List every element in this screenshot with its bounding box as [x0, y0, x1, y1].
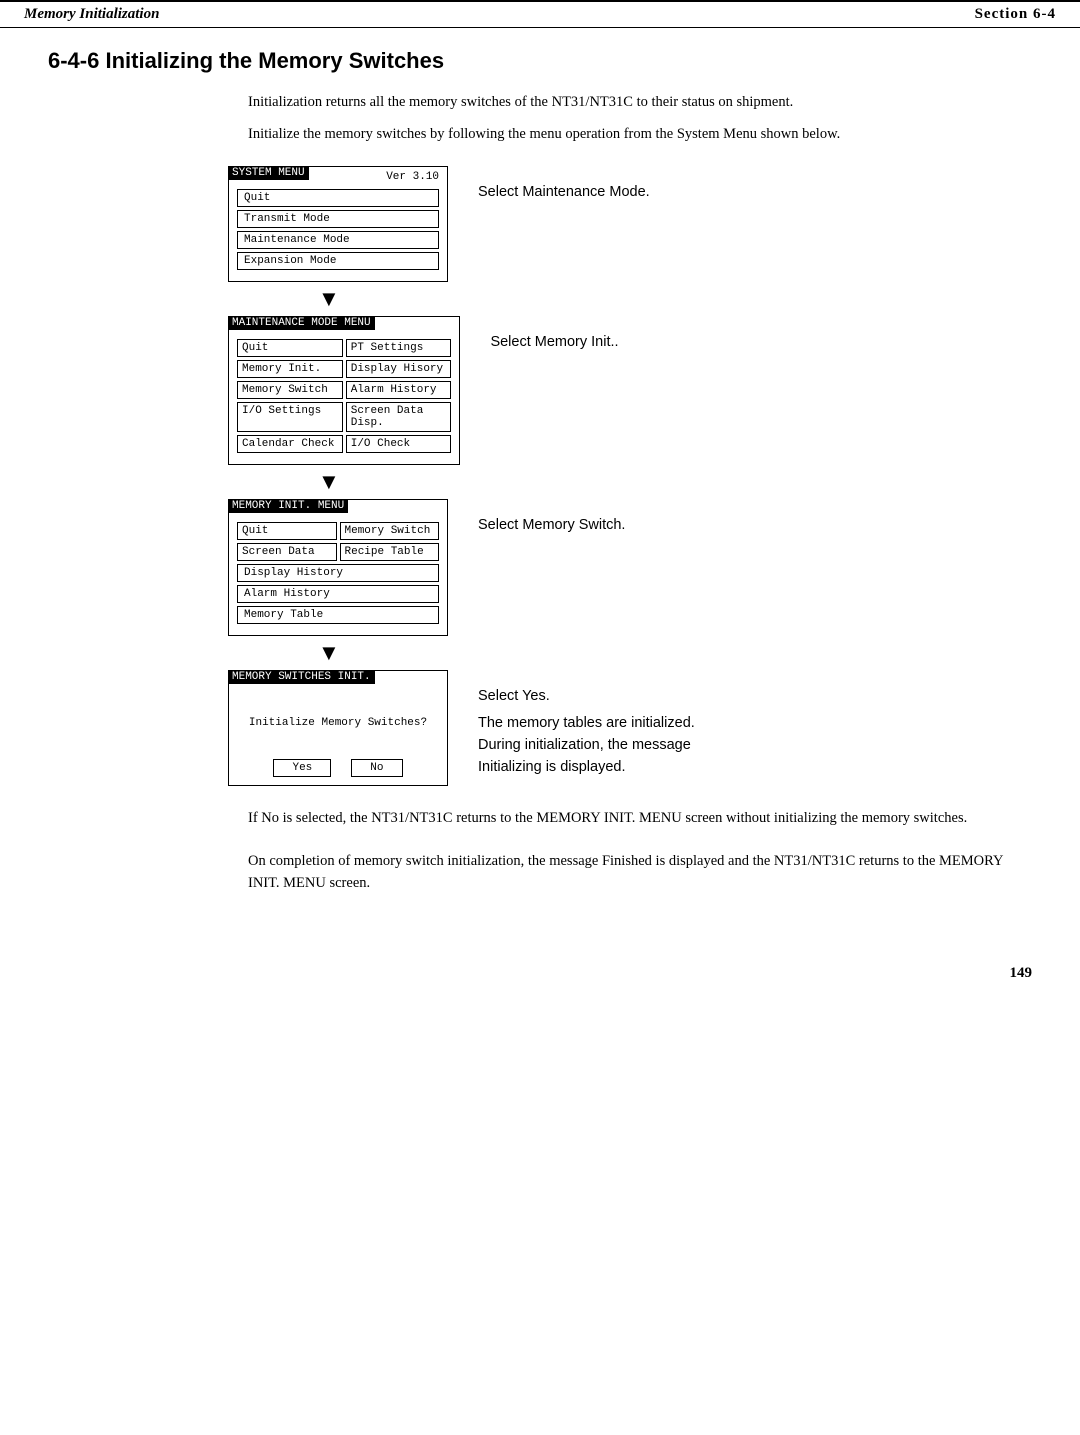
memory-switches-init-label: Select Yes. The memory tables are initia… [478, 670, 718, 779]
bottom-text-2: On completion of memory switch initializ… [248, 851, 1032, 895]
intro-para-1: Initialization returns all the memory sw… [248, 92, 1032, 114]
arrow-3: ▼ [318, 642, 340, 664]
memory-init-menu-box: MEMORY INIT. MENU Quit Memory Switch Scr… [228, 499, 448, 636]
maintenance-menu-box: MAINTENANCE MODE MENU Quit PT Settings M… [228, 316, 460, 465]
maint-btn-quit[interactable]: Quit [237, 339, 343, 357]
system-menu-title: SYSTEM MENU [228, 166, 309, 180]
meminit-btn-memswitch[interactable]: Memory Switch [340, 522, 440, 540]
memory-switches-init-row: MEMORY SWITCHES INIT. Initialize Memory … [228, 670, 718, 786]
page: Memory Initialization Section 6-4 6-4-6 … [0, 0, 1080, 1435]
maint-btn-displayhist[interactable]: Display Hisory [346, 360, 452, 378]
system-menu-expansion[interactable]: Expansion Mode [237, 252, 439, 270]
maint-row-3: I/O Settings Screen Data Disp. [237, 402, 451, 432]
maintenance-menu-title: MAINTENANCE MODE MENU [228, 316, 375, 330]
memory-init-menu-label: Select Memory Switch. [478, 499, 678, 535]
system-menu-row: SYSTEM MENU Ver 3.10 Quit Transmit Mode … [228, 166, 678, 282]
no-button[interactable]: No [351, 759, 402, 777]
meminit-btn-recipe[interactable]: Recipe Table [340, 543, 440, 561]
memory-switches-init-box: MEMORY SWITCHES INIT. Initialize Memory … [228, 670, 448, 786]
meminit-btn-displayhist[interactable]: Display History [237, 564, 439, 582]
maint-btn-alarmhist[interactable]: Alarm History [346, 381, 452, 399]
maint-btn-memswitch[interactable]: Memory Switch [237, 381, 343, 399]
maintenance-menu-content: Quit PT Settings Memory Init. Display Hi… [229, 333, 459, 464]
maint-btn-calcheck[interactable]: Calendar Check [237, 435, 343, 453]
section-title: 6-4-6 Initializing the Memory Switches [48, 48, 1032, 74]
header-section-title: Memory Initialization [24, 6, 159, 23]
header-section-number: Section 6-4 [975, 6, 1056, 23]
memory-init-menu-row: MEMORY INIT. MENU Quit Memory Switch Scr… [228, 499, 678, 636]
maint-row-4: Calendar Check I/O Check [237, 435, 451, 453]
system-menu-ver: Ver 3.10 [386, 171, 439, 183]
arrow-1: ▼ [318, 288, 340, 310]
meminit-row-1: Screen Data Recipe Table [237, 543, 439, 561]
system-menu-label: Select Maintenance Mode. [478, 166, 678, 202]
maint-btn-iocheck[interactable]: I/O Check [346, 435, 452, 453]
system-menu-transmit[interactable]: Transmit Mode [237, 210, 439, 228]
meminit-btn-quit[interactable]: Quit [237, 522, 337, 540]
intro-para-2: Initialize the memory switches by follow… [248, 124, 1032, 146]
select-yes-line1: Select Yes. [478, 686, 718, 708]
bottom-text-1: If No is selected, the NT31/NT31C return… [248, 808, 1032, 830]
system-menu-quit[interactable]: Quit [237, 189, 439, 207]
diagram-area: SYSTEM MENU Ver 3.10 Quit Transmit Mode … [228, 166, 1032, 786]
maintenance-menu-row: MAINTENANCE MODE MENU Quit PT Settings M… [228, 316, 690, 465]
init-message: Initialize Memory Switches? [237, 717, 439, 729]
arrow-2: ▼ [318, 471, 340, 493]
maint-row-0: Quit PT Settings [237, 339, 451, 357]
main-content: 6-4-6 Initializing the Memory Switches I… [0, 48, 1080, 935]
page-number: 149 [0, 965, 1080, 982]
maintenance-menu-label: Select Memory Init.. [490, 316, 690, 352]
meminit-btn-screendata[interactable]: Screen Data [237, 543, 337, 561]
meminit-btn-memorytable[interactable]: Memory Table [237, 606, 439, 624]
header-bar: Memory Initialization Section 6-4 [0, 0, 1080, 28]
maint-row-2: Memory Switch Alarm History [237, 381, 451, 399]
select-yes-line2: The memory tables are initialized. Durin… [478, 713, 718, 778]
maint-btn-memoryinit[interactable]: Memory Init. [237, 360, 343, 378]
system-menu-box: SYSTEM MENU Ver 3.10 Quit Transmit Mode … [228, 166, 448, 282]
memory-switches-init-title: MEMORY SWITCHES INIT. [228, 670, 375, 684]
yes-no-row: Yes No [237, 759, 439, 777]
yes-button[interactable]: Yes [273, 759, 331, 777]
maint-btn-iosettings[interactable]: I/O Settings [237, 402, 343, 432]
meminit-btn-alarmhist[interactable]: Alarm History [237, 585, 439, 603]
system-menu-maintenance[interactable]: Maintenance Mode [237, 231, 439, 249]
memory-init-menu-title: MEMORY INIT. MENU [228, 499, 348, 513]
init-box-inner: Initialize Memory Switches? Yes No [229, 687, 447, 785]
maint-row-1: Memory Init. Display Hisory [237, 360, 451, 378]
maint-btn-pt[interactable]: PT Settings [346, 339, 452, 357]
memory-init-menu-content: Quit Memory Switch Screen Data Recipe Ta… [229, 516, 447, 635]
maint-btn-screendata[interactable]: Screen Data Disp. [346, 402, 452, 432]
meminit-row-0: Quit Memory Switch [237, 522, 439, 540]
system-menu-content: Quit Transmit Mode Maintenance Mode Expa… [229, 183, 447, 281]
